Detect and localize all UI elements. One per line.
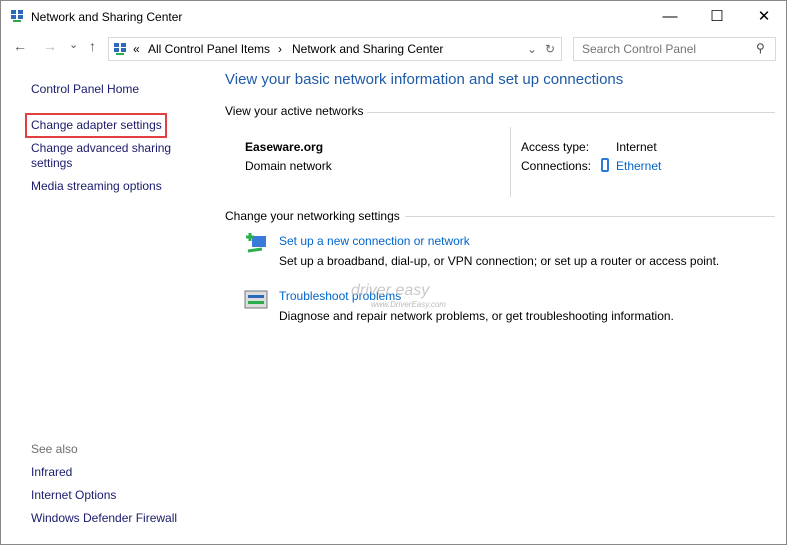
- back-button[interactable]: ←: [13, 38, 27, 60]
- sidebar-control-panel-home[interactable]: Control Panel Home: [31, 82, 139, 97]
- recent-locations-button[interactable]: ⌄: [69, 38, 78, 60]
- divider: [510, 127, 511, 197]
- divider: [405, 216, 775, 217]
- sidebar-change-adapter-settings[interactable]: Change adapter settings: [31, 118, 162, 133]
- forward-button[interactable]: →: [43, 38, 57, 60]
- ethernet-link[interactable]: Ethernet: [616, 159, 661, 173]
- window-title: Network and Sharing Center: [31, 10, 183, 24]
- close-button[interactable]: ✕: [741, 1, 787, 33]
- see-also-firewall[interactable]: Windows Defender Firewall: [31, 511, 177, 526]
- network-center-icon: [114, 43, 126, 55]
- breadcrumb-current[interactable]: Network and Sharing Center: [292, 42, 443, 56]
- sidebar-media-streaming[interactable]: Media streaming options: [31, 179, 162, 194]
- see-also-internet-options[interactable]: Internet Options: [31, 488, 116, 503]
- watermark-brand: driver easy: [351, 282, 430, 299]
- network-type: Domain network: [245, 159, 332, 173]
- address-dropdown[interactable]: ⌄: [527, 42, 537, 56]
- see-also-label: See also: [31, 442, 78, 456]
- watermark-url: www.DriverEasy.com: [371, 300, 446, 309]
- troubleshoot-icon: [244, 290, 268, 309]
- sidebar-change-advanced-sharing[interactable]: Change advanced sharing settings: [31, 141, 181, 171]
- network-center-icon: [11, 10, 23, 22]
- connections-label: Connections:: [521, 159, 592, 173]
- maximize-button[interactable]: ☐: [694, 1, 740, 33]
- access-type-value: Internet: [616, 140, 657, 154]
- overflow-chevron[interactable]: «: [133, 42, 140, 56]
- search-input[interactable]: [582, 42, 752, 56]
- active-networks-label: View your active networks: [225, 104, 364, 118]
- troubleshoot-desc: Diagnose and repair network problems, or…: [279, 309, 674, 323]
- up-button[interactable]: ↑: [89, 38, 96, 60]
- network-name: Easeware.org: [245, 140, 324, 154]
- see-also-infrared[interactable]: Infrared: [31, 465, 72, 480]
- setup-connection-desc: Set up a broadband, dial-up, or VPN conn…: [279, 254, 720, 268]
- minimize-button[interactable]: —: [647, 1, 693, 33]
- change-settings-label: Change your networking settings: [225, 209, 400, 223]
- breadcrumb-all-items[interactable]: All Control Panel Items: [148, 42, 270, 56]
- setup-connection-link[interactable]: Set up a new connection or network: [279, 234, 470, 248]
- address-bar[interactable]: « All Control Panel Items › Network and …: [108, 37, 562, 61]
- refresh-button[interactable]: ↻: [545, 42, 555, 56]
- search-box[interactable]: ⚲: [573, 37, 776, 61]
- page-title: View your basic network information and …: [225, 71, 624, 88]
- window: Network and Sharing Center — ☐ ✕ ← → ⌄ ↑…: [0, 0, 787, 545]
- title-bar: Network and Sharing Center — ☐ ✕: [1, 1, 786, 33]
- access-type-label: Access type:: [521, 140, 590, 154]
- new-connection-icon: [246, 233, 266, 253]
- divider: [367, 112, 775, 113]
- breadcrumb-separator[interactable]: ›: [278, 42, 282, 56]
- search-icon[interactable]: ⚲: [756, 41, 765, 55]
- ethernet-icon: [601, 158, 609, 172]
